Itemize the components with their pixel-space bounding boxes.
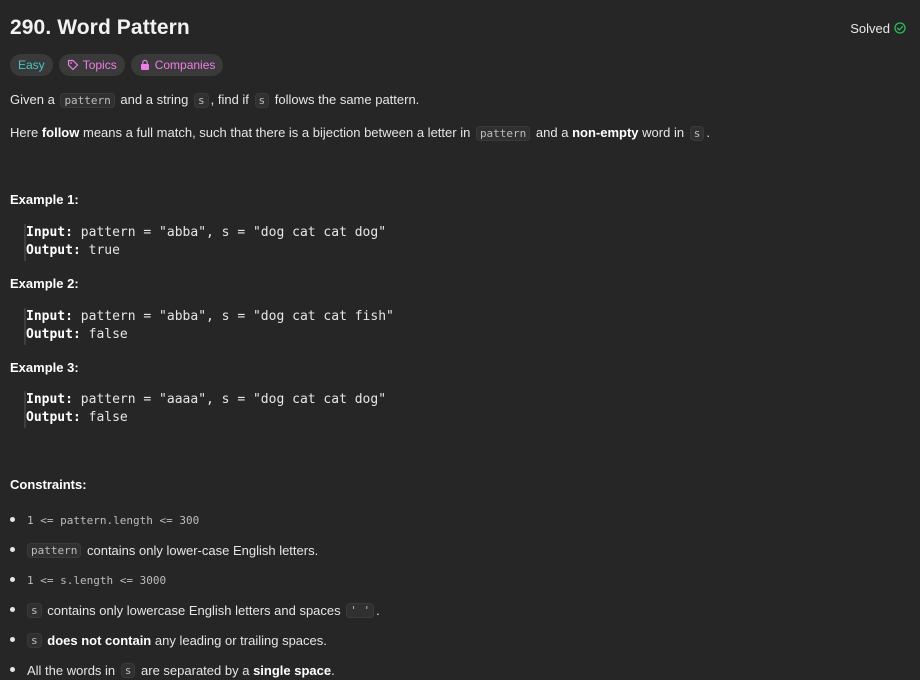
bold-text: does not contain	[47, 632, 152, 648]
text: contains only lower-case English letters…	[86, 542, 319, 558]
output-value: false	[80, 327, 128, 342]
inline-code: s	[193, 93, 209, 108]
text: and a	[535, 125, 569, 140]
text: contains only lowercase English letters …	[47, 602, 341, 618]
text: means a full match, such that there is a…	[82, 125, 471, 140]
output-label: Output:	[26, 410, 81, 425]
inline-code: pattern	[475, 126, 531, 141]
lock-icon	[139, 59, 151, 71]
input-value: pattern = "abba", s = "dog cat cat fish"	[72, 309, 394, 324]
output-label: Output:	[26, 243, 81, 258]
text: Given a	[10, 92, 55, 107]
topics-label: Topics	[82, 58, 117, 72]
constraint-code: 1 <= s.length <= 3000	[27, 573, 167, 587]
solved-status: Solved	[850, 21, 906, 36]
text: any leading or trailing spaces.	[154, 632, 327, 648]
text: .	[706, 125, 710, 140]
text: .	[331, 662, 335, 678]
input-label: Input:	[26, 309, 73, 324]
example-2-heading: Example 2:	[10, 276, 79, 291]
list-item: 1 <= pattern.length <= 300	[10, 505, 380, 535]
text: Here	[10, 125, 39, 140]
title-row: 290. Word Pattern Solved	[10, 14, 906, 42]
list-item: s does not contain any leading or traili…	[10, 625, 380, 655]
tag-row: Easy Topics Companies	[10, 54, 224, 76]
difficulty-badge: Easy	[10, 54, 53, 76]
inline-code: s	[27, 632, 42, 648]
check-circle-icon	[894, 22, 906, 34]
example-output-row: Output: true	[26, 242, 386, 260]
inline-code: pattern	[27, 542, 82, 558]
example-1-box: Input: pattern = "abba", s = "dog cat ca…	[24, 224, 386, 261]
example-3-box: Input: pattern = "aaaa", s = "dog cat ca…	[24, 391, 386, 428]
output-value: false	[80, 410, 128, 425]
example-input-row: Input: pattern = "abba", s = "dog cat ca…	[26, 308, 394, 326]
problem-description-panel: 290. Word Pattern Solved Easy Topics Com…	[0, 0, 920, 680]
inline-code: s	[120, 662, 136, 678]
text: .	[376, 602, 380, 618]
list-item: 1 <= s.length <= 3000	[10, 565, 380, 595]
text: are separated by a	[141, 662, 250, 678]
text: All the words in	[27, 662, 116, 678]
output-value: true	[80, 243, 120, 258]
description-paragraph-2: Here follow means a full match, such tha…	[10, 123, 910, 144]
inline-code: s	[689, 126, 705, 141]
input-value: pattern = "aaaa", s = "dog cat cat dog"	[72, 392, 387, 407]
example-input-row: Input: pattern = "aaaa", s = "dog cat ca…	[26, 391, 386, 409]
bold-text: follow	[41, 125, 80, 140]
constraints-list: 1 <= pattern.length <= 300 pattern conta…	[10, 505, 380, 680]
text: and a string	[120, 92, 189, 107]
difficulty-label: Easy	[18, 58, 45, 72]
constraint-code: 1 <= pattern.length <= 300	[27, 513, 200, 527]
problem-title[interactable]: 290. Word Pattern	[10, 16, 190, 40]
tag-icon	[67, 59, 79, 71]
solved-label: Solved	[850, 20, 890, 36]
example-output-row: Output: false	[26, 326, 394, 344]
example-input-row: Input: pattern = "abba", s = "dog cat ca…	[26, 224, 386, 242]
topics-button[interactable]: Topics	[58, 54, 125, 76]
example-output-row: Output: false	[26, 409, 386, 427]
inline-code: s	[27, 602, 42, 618]
bold-text: single space	[253, 662, 332, 678]
output-label: Output:	[26, 327, 81, 342]
inline-code: s	[254, 93, 270, 108]
example-2-box: Input: pattern = "abba", s = "dog cat ca…	[24, 308, 394, 345]
constraints-heading: Constraints:	[10, 477, 87, 492]
input-value: pattern = "abba", s = "dog cat cat dog"	[72, 225, 387, 240]
text: follows the same pattern.	[274, 92, 420, 107]
companies-label: Companies	[154, 58, 216, 72]
bold-text: non-empty	[572, 125, 639, 140]
list-item: s contains only lowercase English letter…	[10, 595, 380, 625]
description-paragraph-1: Given a pattern and a string s, find if …	[10, 90, 910, 111]
text: word in	[642, 125, 685, 140]
example-1-heading: Example 1:	[10, 192, 79, 207]
companies-button[interactable]: Companies	[130, 54, 224, 76]
example-3-heading: Example 3:	[10, 360, 79, 375]
list-item: All the words in s are separated by a si…	[10, 655, 380, 680]
inline-code: pattern	[60, 93, 115, 108]
inline-code: ' '	[346, 602, 375, 618]
list-item: pattern contains only lower-case English…	[10, 535, 380, 565]
input-label: Input:	[26, 225, 73, 240]
input-label: Input:	[26, 392, 73, 407]
text: , find if	[210, 92, 249, 107]
